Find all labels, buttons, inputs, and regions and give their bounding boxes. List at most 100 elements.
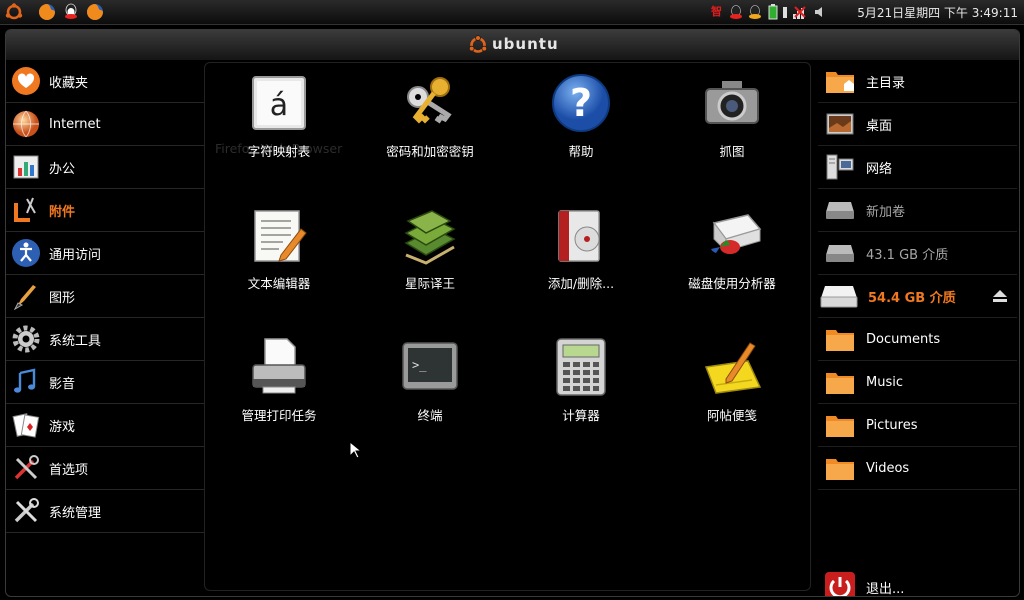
app-label: 星际译王 [404, 276, 455, 291]
svg-text:á: á [270, 88, 288, 123]
help-icon: ? [552, 74, 610, 132]
battery-icon[interactable] [767, 4, 779, 20]
app-add-remove[interactable]: 添加/删除... [506, 203, 656, 292]
logout-label: 退出... [866, 581, 905, 597]
place-new-volume[interactable]: 新加卷 [818, 189, 1017, 232]
accessibility-icon [12, 239, 40, 267]
category-administration[interactable]: 系统管理 [6, 490, 204, 533]
place-label: Music [866, 374, 903, 390]
logout-button[interactable]: 退出... [818, 566, 1017, 597]
camera-icon [705, 81, 759, 124]
ubuntu-menu-icon[interactable] [5, 3, 23, 21]
app-text-editor[interactable]: 文本编辑器 [204, 203, 354, 292]
folder-icon [826, 459, 854, 480]
power-icon [825, 572, 855, 596]
heart-icon [12, 67, 40, 95]
category-label: 通用访问 [49, 247, 102, 263]
place-desktop[interactable]: 桌面 [818, 103, 1017, 146]
app-stardict[interactable]: 星际译王 [355, 203, 505, 292]
office-chart-icon [13, 155, 39, 179]
category-label: 系统管理 [49, 505, 102, 521]
category-games[interactable]: 游戏 [6, 404, 204, 447]
volume-icon[interactable] [813, 4, 827, 20]
folder-icon [826, 416, 854, 437]
category-internet[interactable]: Internet [6, 103, 204, 146]
app-label: 文本编辑器 [247, 276, 311, 291]
app-print-manager[interactable]: 管理打印任务 [204, 335, 354, 424]
gear-icon [12, 325, 40, 353]
app-label: 添加/删除... [547, 276, 615, 291]
category-label: 游戏 [49, 419, 76, 435]
place-43gb-media[interactable]: 43.1 GB 介质 [818, 232, 1017, 275]
app-disk-usage-analyzer[interactable]: 磁盘使用分析器 [657, 203, 807, 292]
place-pictures[interactable]: Pictures [818, 404, 1017, 447]
desktop-icon [826, 113, 854, 135]
firefox-launcher-icon[interactable] [38, 3, 56, 21]
app-label: 阿帖便笺 [706, 408, 757, 423]
svg-text:>_: >_ [412, 358, 427, 372]
app-label: 帮助 [568, 144, 594, 159]
network-icon [826, 154, 854, 180]
netbook-launcher-window: ubuntu 收藏夹 Internet 办公 附件 通用访问 图形 系统工具 影… [5, 29, 1020, 597]
keys-icon [407, 77, 452, 124]
place-label: Documents [866, 331, 941, 347]
tray-ime-text[interactable]: 智 [711, 4, 722, 20]
place-label: 54.4 GB 介质 [868, 290, 956, 306]
network-signal-icon[interactable] [792, 4, 808, 20]
ubuntu-logo-icon [468, 35, 488, 53]
qq-launcher-icon[interactable] [62, 3, 80, 21]
text-editor-icon [254, 210, 307, 262]
app-grid: Firefox Web Browser á 字符映射表 密码和加密密钥 ? 帮助 [204, 62, 811, 591]
app-character-map[interactable]: á 字符映射表 [204, 71, 354, 160]
category-label: 影音 [49, 376, 76, 392]
firefox-launcher-icon[interactable] [86, 3, 104, 21]
app-label: 计算器 [562, 408, 600, 423]
category-preferences[interactable]: 首选项 [6, 447, 204, 490]
category-graphics[interactable]: 图形 [6, 275, 204, 318]
app-calculator[interactable]: 计算器 [506, 335, 656, 424]
app-label: 密码和加密密钥 [386, 144, 474, 159]
panel-clock[interactable]: 5月21日星期四 下午 3:49:11 [857, 4, 1018, 21]
category-office[interactable]: 办公 [6, 146, 204, 189]
admin-tools-icon [14, 498, 39, 523]
tray-qq-icon[interactable] [728, 4, 744, 20]
category-accessories[interactable]: 附件 [6, 189, 204, 232]
sticky-notes-icon [704, 342, 762, 394]
category-label: 收藏夹 [49, 75, 89, 91]
add-remove-icon [558, 210, 600, 262]
place-label: Pictures [866, 417, 918, 433]
category-label: 附件 [49, 204, 76, 220]
category-system-tools[interactable]: 系统工具 [6, 318, 204, 361]
category-universal-access[interactable]: 通用访问 [6, 232, 204, 275]
place-label: 网络 [866, 161, 893, 177]
indicator-icon[interactable] [781, 4, 789, 20]
place-documents[interactable]: Documents [818, 318, 1017, 361]
disk-analyzer-icon [711, 214, 762, 255]
eject-icon[interactable] [993, 290, 1007, 302]
drive-icon [826, 202, 854, 219]
category-favorites[interactable]: 收藏夹 [6, 60, 204, 103]
music-note-icon [14, 368, 36, 393]
app-screenshot[interactable]: 抓图 [657, 71, 807, 160]
app-help[interactable]: ? 帮助 [506, 71, 656, 160]
svg-text:?: ? [570, 81, 592, 125]
app-sticky-notes[interactable]: 阿帖便笺 [657, 335, 807, 424]
app-terminal[interactable]: >_ 终端 [355, 335, 505, 424]
app-passwords-keys[interactable]: 密码和加密密钥 [355, 71, 505, 160]
mouse-cursor-icon [349, 441, 361, 459]
category-label: 首选项 [49, 462, 89, 478]
calculator-icon [556, 338, 606, 396]
place-network[interactable]: 网络 [818, 146, 1017, 189]
place-54gb-media[interactable]: 54.4 GB 介质 [818, 275, 1017, 318]
category-sidebar: 收藏夹 Internet 办公 附件 通用访问 图形 系统工具 影音 游戏 首选… [6, 60, 204, 533]
drive-icon [826, 245, 854, 262]
place-music[interactable]: Music [818, 361, 1017, 404]
place-label: 主目录 [866, 75, 906, 91]
place-videos[interactable]: Videos [818, 447, 1017, 490]
category-label: Internet [49, 116, 101, 132]
category-sound-video[interactable]: 影音 [6, 361, 204, 404]
char-map-icon: á [252, 76, 306, 130]
tray-qq-icon[interactable] [747, 4, 763, 20]
place-home[interactable]: 主目录 [818, 60, 1017, 103]
home-folder-icon [826, 72, 854, 93]
